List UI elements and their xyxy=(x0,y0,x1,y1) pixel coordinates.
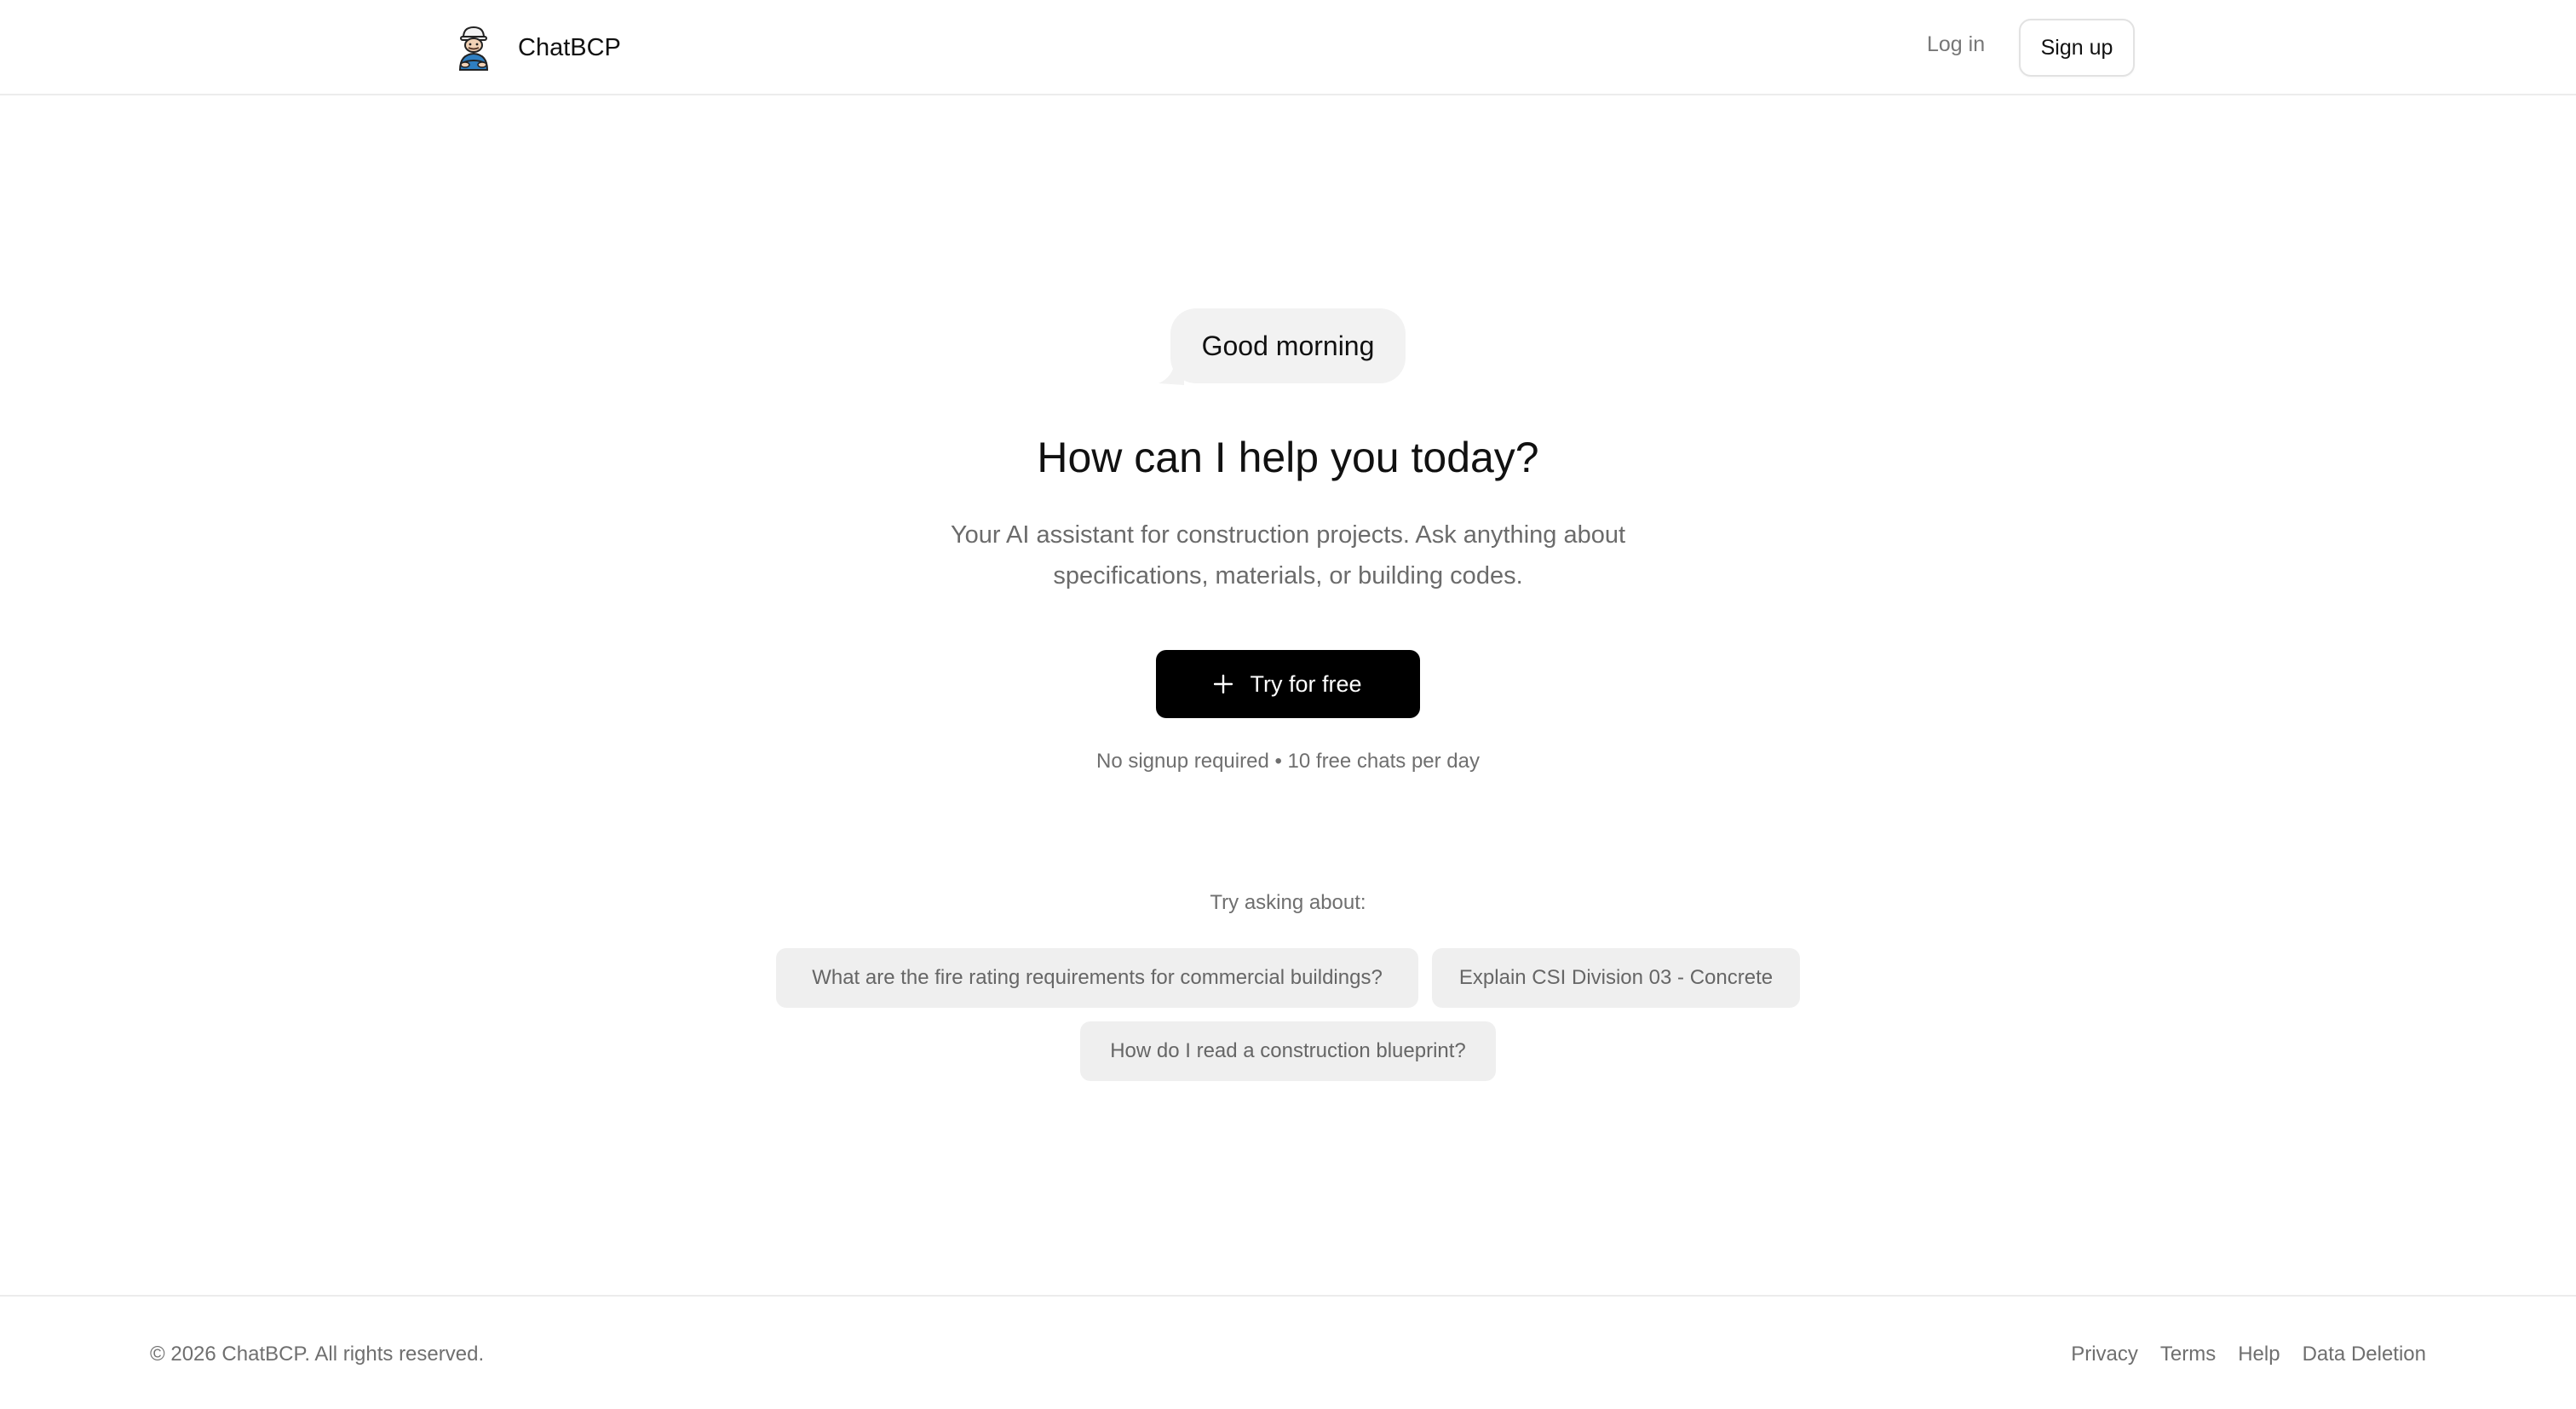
subtitle-line-2: specifications, materials, or building c… xyxy=(1053,562,1523,589)
footer-link-privacy[interactable]: Privacy xyxy=(2071,1343,2138,1366)
try-for-free-button[interactable]: Try for free xyxy=(1156,650,1420,718)
signup-button[interactable]: Sign up xyxy=(2019,19,2135,77)
construction-worker-logo-icon xyxy=(458,26,489,71)
top-nav: ChatBCP Log in Sign up xyxy=(0,0,2576,95)
footer-links: Privacy Terms Help Data Deletion xyxy=(2049,1343,2426,1366)
greeting-bubble: Good morning xyxy=(1170,308,1406,383)
subtitle-line-1: Your AI assistant for construction proje… xyxy=(950,521,1626,549)
brand-name: ChatBCP xyxy=(518,33,621,61)
suggestion-chip-csi-division[interactable]: Explain CSI Division 03 - Concrete xyxy=(1432,948,1800,1008)
plus-icon xyxy=(1214,675,1233,693)
copyright-text: © 2026 ChatBCP. All rights reserved. xyxy=(150,1343,485,1366)
login-link[interactable]: Log in xyxy=(1927,32,1985,57)
brand[interactable]: ChatBCP xyxy=(453,24,621,72)
footer-link-help[interactable]: Help xyxy=(2238,1343,2280,1366)
signup-note: No signup required • 10 free chats per d… xyxy=(1096,750,1480,773)
footer: © 2026 ChatBCP. All rights reserved. Pri… xyxy=(0,1295,2576,1409)
try-for-free-label: Try for free xyxy=(1250,670,1362,697)
suggestion-chip-blueprint[interactable]: How do I read a construction blueprint? xyxy=(1080,1021,1496,1081)
suggestions-heading: Try asking about: xyxy=(1210,891,1366,914)
suggestion-chip-fire-rating[interactable]: What are the fire rating requirements fo… xyxy=(776,948,1418,1008)
hero-subtitle: Your AI assistant for construction proje… xyxy=(905,515,1671,596)
footer-link-terms[interactable]: Terms xyxy=(2160,1343,2216,1366)
page-headline: How can I help you today? xyxy=(1037,434,1539,481)
footer-link-data-deletion[interactable]: Data Deletion xyxy=(2303,1343,2426,1366)
